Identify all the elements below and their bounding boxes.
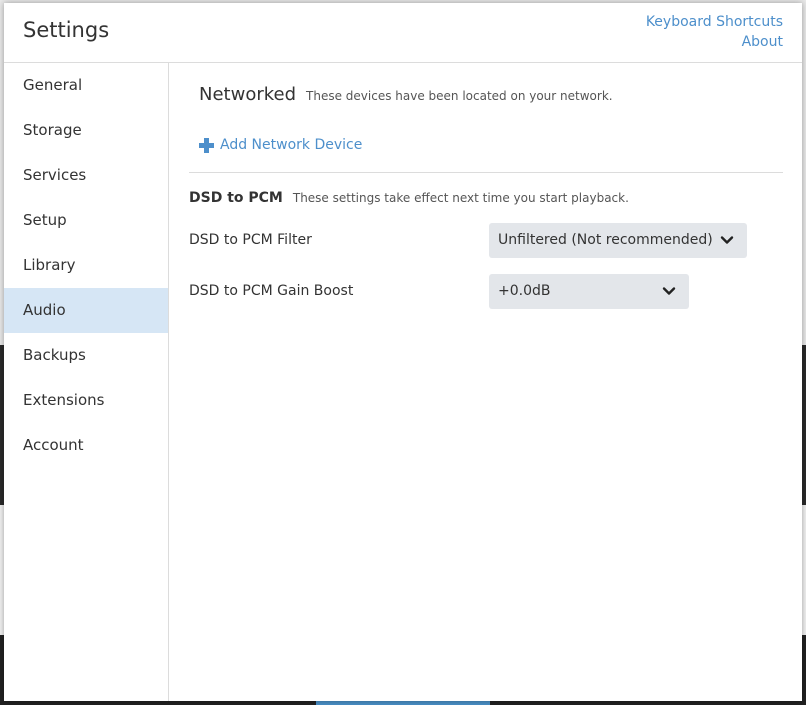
sidebar-item-general[interactable]: General [4,63,168,108]
add-network-device-button[interactable]: Add Network Device [199,137,362,153]
about-link[interactable]: About [646,32,783,52]
dialog-header: Settings Keyboard Shortcuts About [4,3,802,63]
sidebar-item-library[interactable]: Library [4,243,168,288]
networked-subtitle: These devices have been located on your … [306,89,613,103]
chevron-down-icon [720,236,734,244]
sidebar-item-services[interactable]: Services [4,153,168,198]
dialog-title: Settings [23,18,110,42]
dsd-filter-row: DSD to PCM Filter Unfiltered (Not recomm… [189,222,783,258]
dsd-gain-select[interactable]: +0.0dB [489,273,689,309]
networked-title: Networked [199,84,297,105]
dsd-filter-select[interactable]: Unfiltered (Not recommended) [489,222,747,258]
sidebar-item-extensions[interactable]: Extensions [4,378,168,423]
section-divider [189,171,783,173]
add-network-device-label: Add Network Device [220,137,363,153]
sidebar-item-backups[interactable]: Backups [4,333,168,378]
dsd-filter-value: Unfiltered (Not recommended) [498,232,713,248]
networked-section-header: Networked These devices have been locate… [199,84,783,105]
dsd-section-header: DSD to PCM These settings take effect ne… [189,190,783,206]
sidebar-item-storage[interactable]: Storage [4,108,168,153]
sidebar-item-setup[interactable]: Setup [4,198,168,243]
sidebar-item-account[interactable]: Account [4,423,168,468]
header-links: Keyboard Shortcuts About [646,12,783,52]
settings-sidebar: General Storage Services Setup Library A… [4,63,169,701]
dsd-gain-label: DSD to PCM Gain Boost [189,283,354,299]
settings-content: Networked These devices have been locate… [169,63,802,701]
settings-dialog: Settings Keyboard Shortcuts About Genera… [4,3,802,701]
dsd-filter-label: DSD to PCM Filter [189,232,312,248]
dialog-body: General Storage Services Setup Library A… [4,63,802,701]
dsd-subtitle: These settings take effect next time you… [292,190,629,205]
keyboard-shortcuts-link[interactable]: Keyboard Shortcuts [646,12,783,32]
plus-icon [199,137,214,153]
chevron-down-icon [662,287,676,295]
dsd-gain-value: +0.0dB [498,283,551,299]
sidebar-item-audio[interactable]: Audio [4,288,168,333]
dsd-gain-row: DSD to PCM Gain Boost +0.0dB [189,273,783,309]
dsd-title: DSD to PCM [189,189,283,206]
